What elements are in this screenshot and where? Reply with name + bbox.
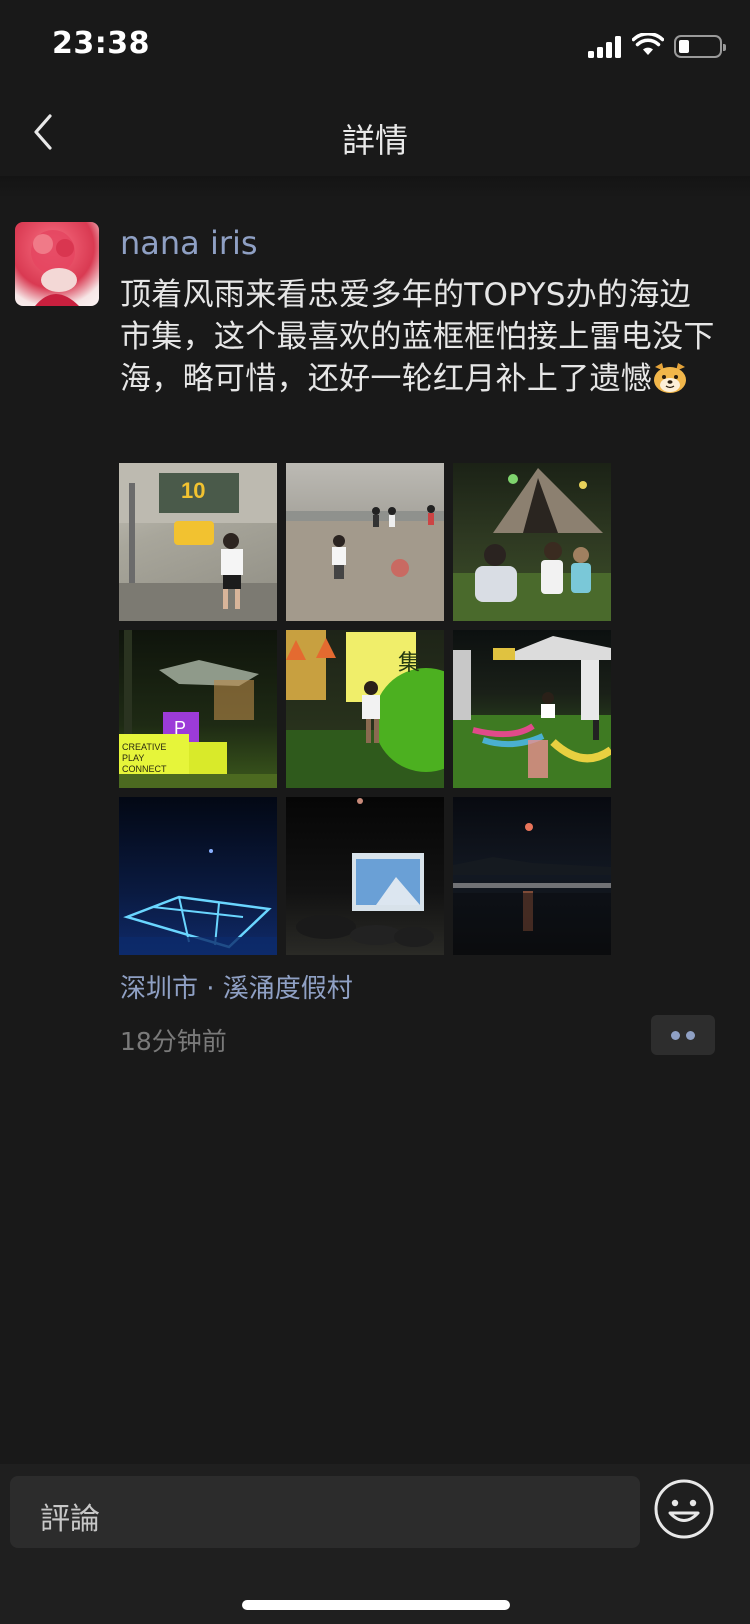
photo-tent-kids[interactable] xyxy=(453,463,611,621)
photo-creative-play-connect[interactable]: P CREATIVE PLAY CONNECT xyxy=(119,630,277,788)
post-text: 顶着风雨来看忠爱多年的TOPYS办的海边市集，这个最喜欢的蓝框框怕接上雷电没下海… xyxy=(120,277,715,397)
photo-play-market-sign[interactable]: 10 xyxy=(119,463,277,621)
photo-beach-ball[interactable] xyxy=(286,463,444,621)
svg-text:集: 集 xyxy=(398,651,420,676)
dot-icon xyxy=(671,1031,680,1040)
comment-input[interactable]: 評論 xyxy=(10,1476,640,1548)
svg-text:PLAY: PLAY xyxy=(122,753,144,763)
post-time: 18分钟前 xyxy=(120,1027,227,1056)
status-time: 23:38 xyxy=(52,26,150,61)
page-title: 詳情 xyxy=(342,121,408,160)
post-content: 顶着风雨来看忠爱多年的TOPYS办的海边市集，这个最喜欢的蓝框框怕接上雷电没下海… xyxy=(120,274,720,400)
status-bar: 23:38 xyxy=(0,0,750,90)
svg-text:CREATIVE: CREATIVE xyxy=(122,742,166,752)
comment-bar: 評論 xyxy=(0,1464,750,1624)
cellular-signal-icon xyxy=(588,36,622,58)
wifi-icon xyxy=(632,33,664,55)
avatar[interactable] xyxy=(15,222,99,306)
more-actions-button[interactable] xyxy=(651,1015,715,1055)
svg-text:10: 10 xyxy=(181,478,205,503)
author-name[interactable]: nana iris xyxy=(120,224,258,262)
dot-icon xyxy=(686,1031,695,1040)
photo-grid: 10 P CREATIVE PLAY CONNECT 集 xyxy=(119,463,611,955)
battery-icon xyxy=(674,35,726,58)
photo-green-ball[interactable]: 集 xyxy=(286,630,444,788)
smiley-face-icon[interactable] xyxy=(653,1478,715,1540)
photo-blue-neon-square[interactable] xyxy=(119,797,277,955)
nav-divider xyxy=(0,176,750,198)
post-location[interactable]: 深圳市 · 溪涌度假村 xyxy=(120,968,353,1005)
photo-lawn-playground[interactable] xyxy=(453,630,611,788)
home-indicator[interactable] xyxy=(242,1600,510,1610)
doge-emoji xyxy=(654,363,687,393)
photo-night-screen[interactable] xyxy=(286,797,444,955)
svg-text:CONNECT: CONNECT xyxy=(122,764,167,774)
photo-red-moon-sea[interactable] xyxy=(453,797,611,955)
nav-bar: 詳情 xyxy=(0,90,750,176)
moment-detail-screen: 23:38 詳情 nana iris 顶着风雨来看忠爱多年的TOPYS办的海边市… xyxy=(0,0,750,1624)
